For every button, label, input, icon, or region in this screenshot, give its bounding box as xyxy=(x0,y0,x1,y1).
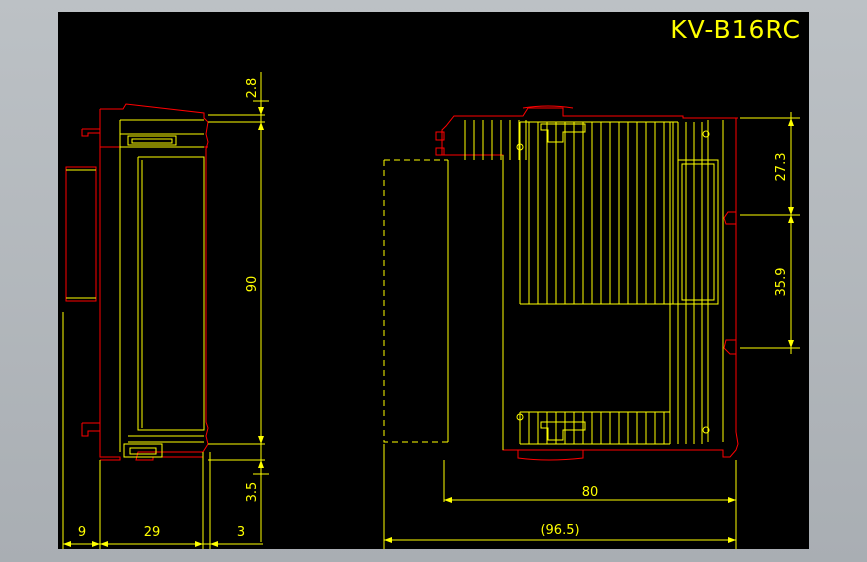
drawing-title: KV-B16RC xyxy=(670,15,801,44)
dim-overall-length: (96.5) xyxy=(540,523,579,538)
side-view-body xyxy=(119,119,205,452)
dim-lower-rail: 35.9 xyxy=(774,268,789,297)
dim-height-main: 90 xyxy=(245,276,260,293)
dim-body-depth: 29 xyxy=(144,525,161,540)
din-rail-clip xyxy=(723,211,736,355)
dim-bottom-gap: 3.5 xyxy=(245,482,260,503)
side-view-dimensions xyxy=(62,72,269,549)
connector-window xyxy=(677,159,719,305)
front-view-side xyxy=(707,120,724,442)
front-view-clip xyxy=(435,131,445,156)
drawing-sheet: 2.8 90 3.5 9 29 3 27.3 35.9 80 (96.5) KV… xyxy=(58,12,809,549)
top-latch xyxy=(540,123,586,143)
dim-right-offset: 3 xyxy=(237,525,245,540)
dim-top-gap: 2.8 xyxy=(245,78,260,99)
terminal-block xyxy=(65,166,97,302)
dim-body-length: 80 xyxy=(582,485,599,500)
cad-drawing: 2.8 90 3.5 9 29 3 27.3 35.9 80 (96.5) xyxy=(62,72,800,549)
dashed-cover xyxy=(383,159,448,443)
dimension-arrows xyxy=(63,107,794,547)
dim-upper-rail: 27.3 xyxy=(774,153,789,182)
dim-left-offset: 9 xyxy=(78,525,86,540)
heat-sink-fins xyxy=(464,120,703,445)
front-view-hook-bottom xyxy=(517,450,584,461)
side-view-label-plate xyxy=(127,135,177,146)
front-view xyxy=(63,105,800,549)
side-view-foot xyxy=(123,443,163,458)
side-view-clip-bottom xyxy=(81,422,100,437)
side-view-clip-top xyxy=(81,128,208,148)
bottom-latch xyxy=(540,421,586,441)
side-view xyxy=(62,72,269,549)
